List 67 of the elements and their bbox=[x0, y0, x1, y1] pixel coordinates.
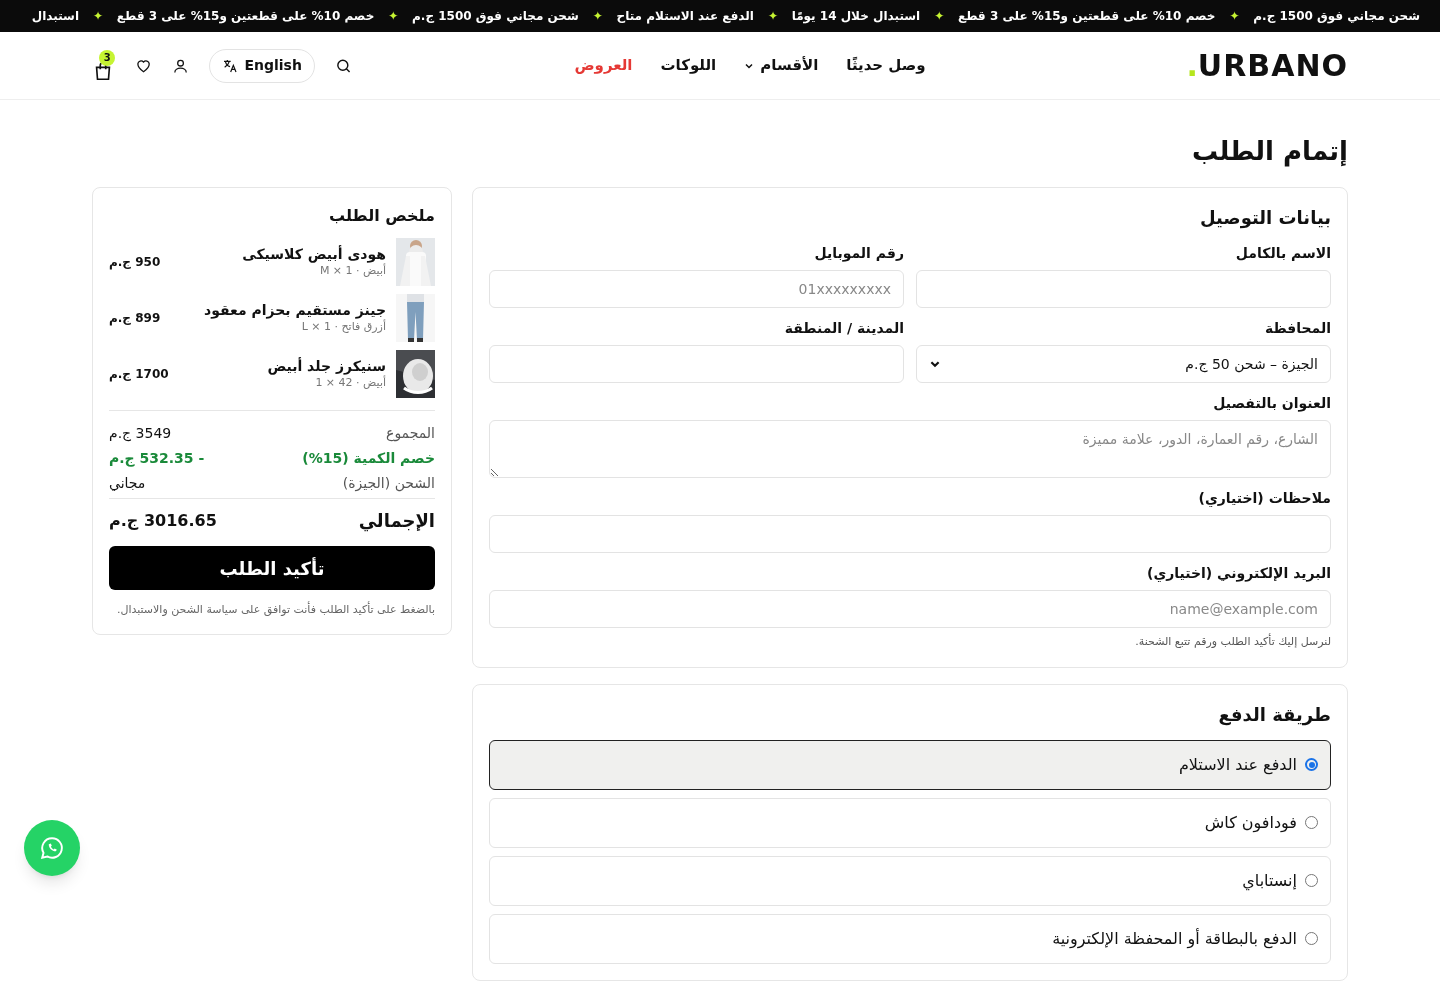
field-label: ملاحظات (اختياري) bbox=[1198, 489, 1331, 509]
input-field[interactable] bbox=[489, 515, 1331, 553]
nav-link[interactable]: وصل حديثًا bbox=[846, 54, 926, 77]
hint-text: لنرسل إليك تأكيد الطلب ورقم تتبع الشحنة. bbox=[1135, 634, 1331, 650]
whatsapp-button[interactable] bbox=[24, 820, 80, 876]
product-name: سنيكرز جلد أبيض bbox=[267, 358, 386, 375]
field-label: العنوان بالتفصيل bbox=[1213, 394, 1331, 414]
field-label: المدينة / المنطقة bbox=[784, 319, 904, 338]
nav-dropdown[interactable]: الأقسام bbox=[744, 54, 819, 77]
nav-link[interactable]: العروض bbox=[574, 54, 633, 77]
input-field[interactable]: 01xxxxxxxxx bbox=[489, 270, 904, 308]
section-title: طريقة الدفع bbox=[1218, 702, 1331, 728]
product-details: أزرق فاتح · 1 × L bbox=[301, 319, 386, 334]
sparkle-icon: ✦ bbox=[767, 7, 778, 25]
field-label: البريد الإلكتروني (اختياري) bbox=[1147, 564, 1331, 584]
product-details: أبيض · 42 × 1 bbox=[315, 375, 386, 390]
confirm-order-button[interactable]: تأكيد الطلب bbox=[109, 546, 435, 590]
input-field[interactable] bbox=[916, 270, 1331, 308]
chat-bubble-icon bbox=[39, 835, 65, 861]
radio-button[interactable] bbox=[1305, 758, 1318, 771]
announcement-text: خصم 10% على قطعتين و15% على 3 قطع bbox=[957, 8, 1216, 25]
product-details: أبيض · 1 × M bbox=[319, 263, 386, 278]
payment-option[interactable]: الدفع عند الاستلام bbox=[489, 739, 1331, 790]
field-label: الاسم بالكامل bbox=[1235, 244, 1331, 263]
product-price: 899 ج.م bbox=[109, 310, 161, 327]
payment-option[interactable]: إنستاباي bbox=[489, 855, 1331, 906]
product-price: 950 ج.م bbox=[109, 254, 161, 271]
summary-value: مجاني bbox=[109, 474, 146, 493]
payment-option[interactable]: الدفع بالبطاقة أو المحفظة الإلكترونية bbox=[489, 913, 1331, 964]
announcement-text: الدفع عند الاستلام متاح bbox=[616, 8, 754, 25]
announcement-text: استبدال bbox=[31, 8, 79, 25]
announcement-text: شحن مجاني فوق 1500 ج.م bbox=[412, 8, 579, 25]
product-name: هودى أبيض كلاسيكى bbox=[242, 246, 386, 263]
field-label: المحافظة bbox=[1264, 319, 1331, 338]
summary-label: المجموع bbox=[386, 424, 435, 444]
product-price: 1700 ج.م bbox=[109, 366, 169, 383]
announcement-text: استبدال خلال 14 يومًا bbox=[791, 8, 921, 25]
section-title: ملخص الطلب bbox=[329, 205, 435, 227]
sparkle-icon: ✦ bbox=[1229, 7, 1240, 25]
terms-note: بالضغط على تأكيد الطلب فأنت توافق على سياسة الشحن والاستبدال. bbox=[115, 602, 435, 618]
translate-icon bbox=[222, 57, 239, 74]
sparkle-icon: ✦ bbox=[93, 7, 103, 25]
announcement-text: شحن مجاني فوق 1500 ج.م bbox=[1253, 8, 1420, 25]
total-label: الإجمالي bbox=[358, 509, 435, 534]
sparkle-icon: ✦ bbox=[388, 7, 399, 25]
sparkle-icon: ✦ bbox=[592, 7, 603, 25]
page-title: إتمام الطلب bbox=[1191, 135, 1348, 169]
section-title: بيانات التوصيل bbox=[1199, 206, 1331, 231]
logo-dot: . bbox=[1186, 50, 1198, 81]
product-name: جينز مستقيم بحزام معقود bbox=[204, 302, 386, 319]
total-value: 3016.65 ج.م bbox=[109, 509, 217, 532]
input-field[interactable]: name@example.com bbox=[489, 590, 1331, 628]
cart-button[interactable]: 3 bbox=[92, 49, 116, 82]
payment-option[interactable]: فودافون كاش bbox=[489, 797, 1331, 848]
text-area[interactable]: الشارع، رقم العمارة، الدور، علامة مميزة bbox=[489, 420, 1331, 478]
logo: URBANO bbox=[1197, 50, 1348, 81]
summary-value: 3549 ج.م bbox=[109, 424, 172, 444]
field-label: رقم الموبايل bbox=[814, 244, 904, 264]
announcement-text: خصم 10% على قطعتين و15% على 3 قطع bbox=[116, 8, 375, 25]
summary-value: - 532.35 ج.م bbox=[109, 449, 205, 469]
sparkle-icon: ✦ bbox=[934, 7, 944, 25]
nav-link[interactable]: اللوكات bbox=[660, 54, 717, 77]
select-field[interactable]: الجيزة – شحن 50 ج.م bbox=[916, 345, 1331, 383]
summary-label: الشحن (الجيزة) bbox=[342, 474, 435, 494]
summary-label: خصم الكمية (15%) bbox=[302, 449, 435, 468]
cart-count-badge: 3 bbox=[99, 49, 116, 66]
input-field[interactable] bbox=[489, 345, 904, 383]
